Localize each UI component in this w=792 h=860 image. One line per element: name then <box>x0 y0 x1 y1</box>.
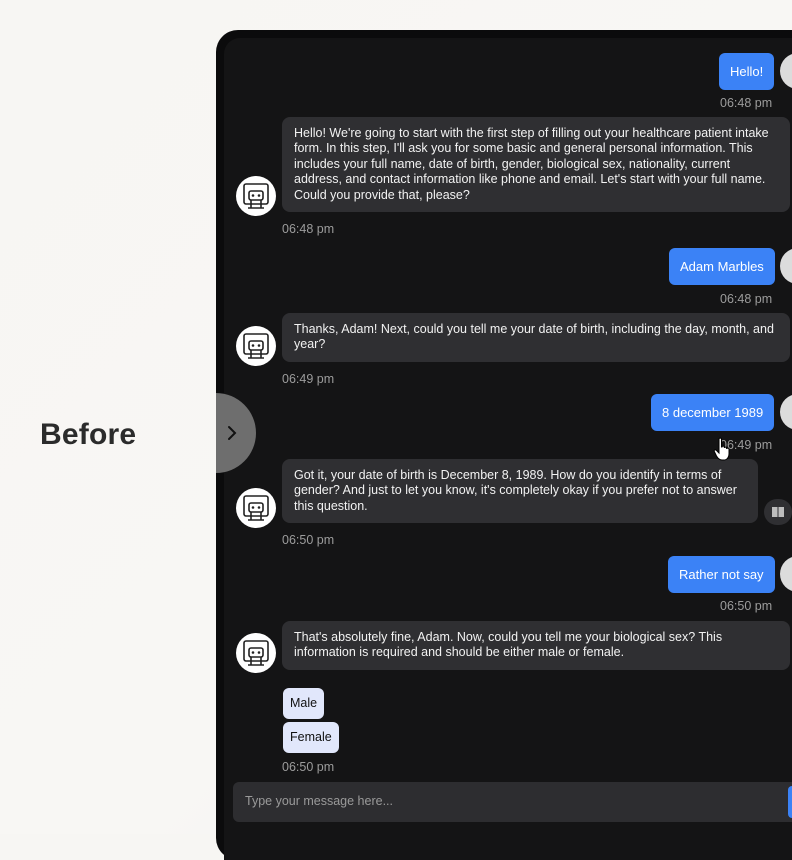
message-timestamp: 06:50 pm <box>720 599 773 613</box>
message-timestamp: 06:48 pm <box>720 292 773 306</box>
robot-icon <box>243 333 269 359</box>
bot-avatar <box>236 326 276 366</box>
bot-message-bubble: Got it, your date of birth is December 8… <box>282 459 758 524</box>
hand-cursor-icon <box>713 437 730 461</box>
message-input[interactable] <box>243 793 767 809</box>
user-message-bubble: Rather not say <box>668 556 775 593</box>
before-label: Before <box>40 418 137 451</box>
option-female-button[interactable]: Female <box>283 722 339 753</box>
bot-message-bubble: Thanks, Adam! Next, could you tell me yo… <box>282 313 790 362</box>
bot-avatar <box>236 176 276 216</box>
robot-icon <box>243 640 269 666</box>
message-timestamp: 06:48 pm <box>720 96 773 110</box>
robot-icon <box>243 495 269 521</box>
message-timestamp: 06:50 pm <box>282 533 335 547</box>
message-input-bar <box>233 782 792 822</box>
user-message-bubble: Hello! <box>719 53 775 90</box>
bot-message-bubble: Hello! We're going to start with the fir… <box>282 117 790 213</box>
message-timestamp: 06:48 pm <box>282 222 335 236</box>
robot-icon <box>243 183 269 209</box>
message-timestamp: 06:49 pm <box>282 372 335 386</box>
bot-message-bubble: That's absolutely fine, Adam. Now, could… <box>282 621 790 670</box>
message-timestamp: 06:50 pm <box>282 760 335 774</box>
chevron-right-icon <box>228 426 237 440</box>
bot-avatar <box>236 488 276 528</box>
user-message-bubble: 8 december 1989 <box>651 394 775 431</box>
book-icon <box>772 507 784 517</box>
read-aloud-button[interactable] <box>764 499 792 525</box>
send-button[interactable] <box>788 786 792 818</box>
bot-avatar <box>236 633 276 673</box>
option-male-button[interactable]: Male <box>283 688 325 719</box>
user-message-bubble: Adam Marbles <box>669 248 775 285</box>
